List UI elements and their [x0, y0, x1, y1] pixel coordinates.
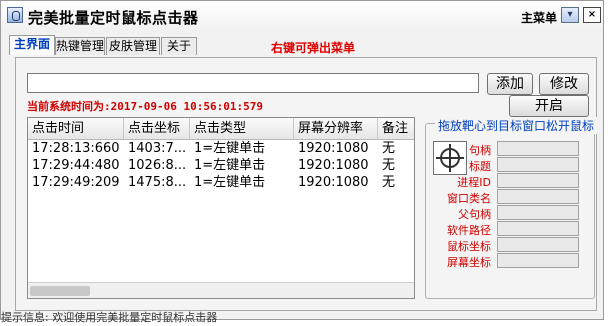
minimize-button[interactable]: ▾	[561, 7, 579, 23]
cell-click-coord: 1475:8...	[128, 175, 187, 190]
cell-resolution: 1920:1080	[298, 175, 369, 190]
status-bar: 提示信息: 欢迎使用完美批量定时鼠标点击器	[1, 311, 218, 323]
cell-click-time: 17:29:44:480	[32, 158, 120, 173]
add-button[interactable]: 添加	[487, 73, 533, 95]
app-window: 完美批量定时鼠标点击器 主菜单 ▾ × 主界面 热键管理 皮肤管理 关于 右键可…	[0, 0, 604, 323]
field-process-id	[497, 173, 579, 188]
system-time: 当前系统时间为:2017-09-06 10:56:01:579	[27, 98, 263, 114]
tab-about[interactable]: 关于	[161, 37, 197, 55]
field-label-parent-handle: 父句柄	[458, 208, 491, 221]
horizontal-scrollbar[interactable]	[28, 282, 414, 298]
close-button[interactable]: ×	[583, 7, 601, 23]
cell-note: 无	[382, 141, 396, 156]
main-menu-button[interactable]: 主菜单	[521, 9, 557, 26]
cell-click-coord: 1403:7...	[128, 141, 187, 156]
field-window-class	[497, 189, 579, 204]
field-handle	[497, 141, 579, 156]
cell-resolution: 1920:1080	[298, 158, 369, 173]
table-row[interactable]: 17:29:49:209 1475:8... 1=左键单击 1920:1080 …	[28, 174, 414, 191]
system-time-value: 2017-09-06 10:56:01:579	[110, 100, 263, 113]
tab-hotkeys[interactable]: 热键管理	[55, 37, 105, 55]
field-parent-handle	[497, 205, 579, 220]
column-header-note[interactable]: 备注	[378, 118, 414, 139]
column-header-click-coord[interactable]: 点击坐标	[124, 118, 190, 139]
cell-note: 无	[382, 158, 396, 173]
column-header-click-time[interactable]: 点击时间	[28, 118, 124, 139]
tab-skins[interactable]: 皮肤管理	[106, 37, 160, 55]
field-label-handle: 句柄	[469, 144, 491, 157]
field-screen-coord	[497, 253, 579, 268]
cell-note: 无	[382, 175, 396, 190]
cell-click-time: 17:28:13:660	[32, 141, 120, 156]
target-panel-title: 拖放靶心到目标窗口松开鼠标	[435, 117, 598, 134]
cell-click-type: 1=左键单击	[194, 141, 266, 156]
table-header: 点击时间 点击坐标 点击类型 屏幕分辨率 备注	[28, 118, 414, 140]
column-header-resolution[interactable]: 屏幕分辨率	[294, 118, 378, 139]
system-time-label: 当前系统时间为:	[27, 100, 111, 113]
field-title	[497, 157, 579, 172]
field-mouse-coord	[497, 237, 579, 252]
field-label-process-id: 进程ID	[457, 176, 491, 189]
field-label-software-path: 软件路径	[447, 224, 491, 237]
start-button[interactable]: 开启	[509, 95, 589, 117]
cell-click-type: 1=左键单击	[194, 175, 266, 190]
context-menu-hint: 右键可弹出菜单	[271, 41, 356, 55]
window-title: 完美批量定时鼠标点击器	[28, 9, 199, 27]
column-header-click-type[interactable]: 点击类型	[190, 118, 294, 139]
field-label-screen-coord: 屏幕坐标	[447, 256, 491, 269]
tab-main[interactable]: 主界面	[9, 35, 55, 55]
field-label-window-class: 窗口类名	[447, 192, 491, 205]
mouse-icon	[7, 7, 23, 23]
cell-click-time: 17:29:49:209	[32, 175, 120, 190]
edit-button[interactable]: 修改	[539, 73, 589, 95]
scrollbar-thumb[interactable]	[30, 286, 90, 296]
cell-click-type: 1=左键单击	[194, 158, 266, 173]
title-bar[interactable]: 完美批量定时鼠标点击器 主菜单 ▾ ×	[1, 1, 603, 33]
field-software-path	[497, 221, 579, 236]
command-input[interactable]	[27, 73, 479, 93]
cell-click-coord: 1026:8...	[128, 158, 187, 173]
click-task-table[interactable]: 点击时间 点击坐标 点击类型 屏幕分辨率 备注 17:28:13:660 140…	[27, 117, 415, 299]
table-row[interactable]: 17:29:44:480 1026:8... 1=左键单击 1920:1080 …	[28, 157, 414, 174]
cell-resolution: 1920:1080	[298, 141, 369, 156]
table-row[interactable]: 17:28:13:660 1403:7... 1=左键单击 1920:1080 …	[28, 140, 414, 157]
field-label-title: 标题	[469, 160, 491, 173]
field-label-mouse-coord: 鼠标坐标	[447, 240, 491, 253]
